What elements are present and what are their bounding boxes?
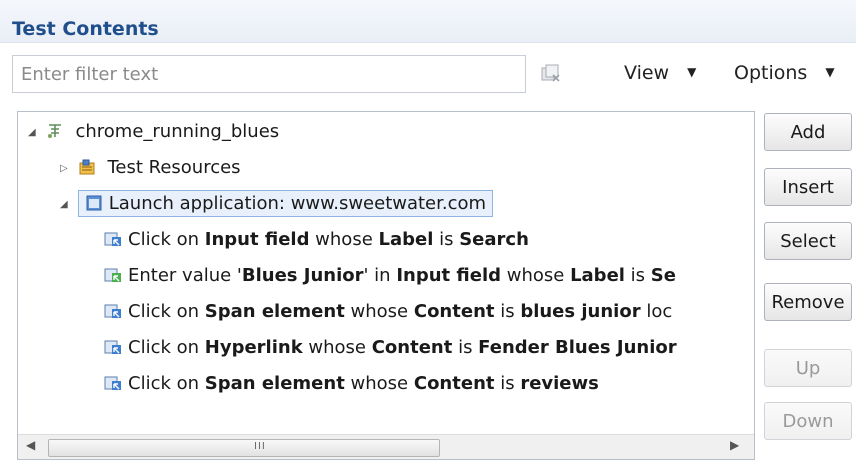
step-text: whose [501, 265, 571, 286]
view-menu-button[interactable]: View ▼ [624, 62, 696, 84]
remove-button[interactable]: Remove [764, 283, 852, 321]
step-keyword: Content [413, 373, 495, 394]
tree-item-label: Launch application: www.sweetwater.com [108, 193, 487, 214]
down-button[interactable]: Down [764, 402, 852, 440]
step-text: is [452, 337, 479, 358]
chevron-down-icon: ▼ [825, 65, 835, 79]
step-text: is [494, 373, 521, 394]
click-action-icon [104, 304, 121, 318]
options-menu-label: Options [734, 62, 808, 84]
step-keyword: reviews [520, 373, 599, 394]
step-text: is [494, 301, 521, 322]
step-text: whose [344, 301, 414, 322]
step-text: whose [309, 229, 379, 250]
filter-input[interactable] [12, 55, 526, 93]
step-text: Click on [128, 373, 205, 394]
test-contents-tree[interactable]: ◢ chrome_running_blues ▷ Test Resources … [17, 111, 755, 460]
tree-item-label: Enter value 'Blues Junior' in Input fiel… [128, 265, 676, 286]
step-keyword: Hyperlink [204, 337, 303, 358]
tree-item-step[interactable]: Enter value 'Blues Junior' in Input fiel… [104, 260, 676, 292]
step-keyword: Label [570, 265, 625, 286]
expanded-arrow-icon[interactable]: ◢ [28, 117, 40, 149]
step-text: Click on [128, 229, 205, 250]
select-button[interactable]: Select [764, 222, 852, 260]
clear-filter-icon[interactable] [540, 64, 562, 84]
up-button[interactable]: Up [764, 349, 852, 387]
view-menu-label: View [624, 62, 670, 84]
step-keyword: Input field [204, 229, 310, 250]
expanded-arrow-icon[interactable]: ◢ [60, 189, 72, 221]
click-action-icon [104, 232, 121, 246]
step-text: whose [302, 337, 372, 358]
tree-item-launch-application[interactable]: ◢ Launch application: www.sweetwater.com [60, 188, 494, 221]
step-keyword: Span element [204, 301, 345, 322]
step-keyword: Search [459, 229, 529, 250]
tree-item-label: Click on Span element whose Content is b… [128, 301, 672, 322]
step-text: Click on [128, 301, 205, 322]
tree-item-step[interactable]: Click on Hyperlink whose Content is Fend… [104, 332, 677, 364]
tree-item-label: Test Resources [107, 157, 241, 178]
step-text: ' in [363, 265, 397, 286]
panel-header: Test Contents [0, 0, 856, 43]
step-text: Click on [128, 337, 205, 358]
scrollbar-thumb[interactable]: III [48, 439, 440, 457]
tree-item-step[interactable]: Click on Input field whose Label is Sear… [104, 224, 529, 256]
step-text: loc [640, 301, 673, 322]
step-keyword: Span element [204, 373, 345, 394]
step-text: Enter value ' [128, 265, 242, 286]
step-text: is [433, 229, 460, 250]
click-action-icon [104, 340, 121, 354]
step-text: whose [344, 373, 414, 394]
step-keyword: Input field [396, 265, 502, 286]
chevron-down-icon: ▼ [687, 65, 697, 79]
insert-button[interactable]: Insert [764, 168, 852, 206]
horizontal-scrollbar[interactable]: ◀ III ▶ [18, 434, 754, 459]
application-icon [86, 195, 102, 211]
panel-title: Test Contents [12, 18, 159, 40]
tree-item-label: Click on Input field whose Label is Sear… [128, 229, 529, 250]
test-resources-icon [79, 159, 95, 175]
test-contents-panel: Test Contents View ▼ Options ▼ ◢ chrome_ru… [0, 0, 856, 470]
step-keyword: Label [378, 229, 434, 250]
step-text: is [624, 265, 651, 286]
tree-item-test-resources[interactable]: ▷ Test Resources [60, 152, 241, 184]
tree-item-root[interactable]: ◢ chrome_running_blues [28, 116, 279, 148]
collapsed-arrow-icon[interactable]: ▷ [60, 153, 72, 185]
step-keyword: Content [371, 337, 453, 358]
step-keyword: blues junior [520, 301, 641, 322]
click-action-icon [104, 376, 121, 390]
step-keyword: Fender Blues Junior [478, 337, 677, 358]
test-suite-icon [47, 124, 61, 138]
tree-item-label: Click on Span element whose Content is r… [128, 373, 599, 394]
step-keyword: Content [413, 301, 495, 322]
scrollbar-grip: III [254, 441, 266, 452]
step-keyword: Se [650, 265, 676, 286]
tree-item-label: Click on Hyperlink whose Content is Fend… [128, 337, 677, 358]
tree-item-step[interactable]: Click on Span element whose Content is b… [104, 296, 672, 328]
options-menu-button[interactable]: Options ▼ [734, 62, 835, 84]
scroll-left-arrow-icon[interactable]: ◀ [26, 438, 35, 452]
scroll-right-arrow-icon[interactable]: ▶ [730, 438, 739, 452]
enter-value-icon [104, 268, 121, 282]
selected-tree-item[interactable]: Launch application: www.sweetwater.com [77, 190, 494, 217]
step-keyword: Blues Junior [241, 265, 364, 286]
add-button[interactable]: Add [764, 113, 852, 151]
tree-item-label: chrome_running_blues [75, 121, 280, 142]
tree-item-step[interactable]: Click on Span element whose Content is r… [104, 368, 599, 400]
